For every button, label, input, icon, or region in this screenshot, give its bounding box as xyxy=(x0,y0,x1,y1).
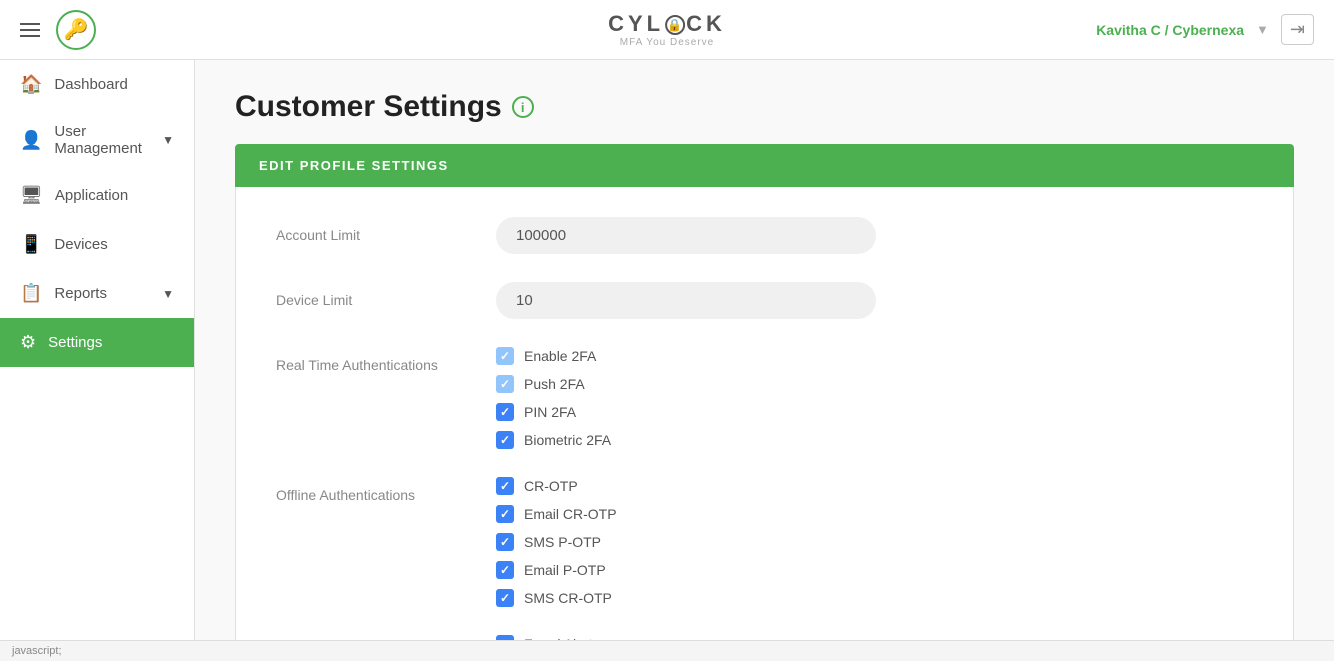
settings-icon: ⚙ xyxy=(20,332,36,353)
checkbox-smspotp-label: SMS P-OTP xyxy=(524,534,601,550)
checkbox-pin2fa-visual[interactable] xyxy=(496,403,514,421)
dropdown-arrow-icon[interactable]: ▼ xyxy=(1256,22,1269,37)
checkbox-crotp[interactable]: CR-OTP xyxy=(496,477,617,495)
arrow-icon-user-management: ▼ xyxy=(162,133,174,147)
checkbox-emailcrotp-visual[interactable] xyxy=(496,505,514,523)
page-title: Customer Settings i xyxy=(235,90,1294,124)
device-limit-label: Device Limit xyxy=(276,282,496,308)
checkbox-smscrotp[interactable]: SMS CR-OTP xyxy=(496,589,617,607)
sidebar-item-settings[interactable]: ⚙ Settings xyxy=(0,318,194,367)
device-limit-input[interactable] xyxy=(496,282,876,319)
checkbox-enable2fa-visual[interactable] xyxy=(496,347,514,365)
checkbox-biometric2fa-visual[interactable] xyxy=(496,431,514,449)
real-time-auth-row: Real Time Authentications Enable 2FA Pus… xyxy=(276,347,1253,449)
user-icon: 👤 xyxy=(20,130,42,151)
account-limit-label: Account Limit xyxy=(276,217,496,243)
cylock-title-text: CYL🔒CK xyxy=(608,11,726,37)
checkbox-smscrotp-label: SMS CR-OTP xyxy=(524,590,612,606)
sidebar-label-user-management: User Management xyxy=(54,123,150,157)
checkbox-emailcrotp-label: Email CR-OTP xyxy=(524,506,617,522)
user-info-label[interactable]: Kavitha C / Cybernexa xyxy=(1096,22,1244,38)
offline-auth-label: Offline Authentications xyxy=(276,477,496,503)
sidebar-item-devices[interactable]: 📱 Devices xyxy=(0,220,194,269)
checkbox-pin2fa-label: PIN 2FA xyxy=(524,404,576,420)
logo-key-icon: 🔑 xyxy=(56,10,96,50)
checkbox-smspotp[interactable]: SMS P-OTP xyxy=(496,533,617,551)
checkbox-push2fa-label: Push 2FA xyxy=(524,376,585,392)
sidebar-item-user-management[interactable]: 👤 User Management ▼ xyxy=(0,109,194,171)
device-limit-row: Device Limit xyxy=(276,282,1253,319)
section-header: EDIT PROFILE SETTINGS xyxy=(235,144,1294,187)
checkbox-emailpotp[interactable]: Email P-OTP xyxy=(496,561,617,579)
checkbox-smscrotp-visual[interactable] xyxy=(496,589,514,607)
home-icon: 🏠 xyxy=(20,74,42,95)
cylock-subtitle-text: MFA You Deserve xyxy=(620,37,715,48)
settings-body: Account Limit Device Limit Real Time Aut… xyxy=(235,187,1294,640)
offline-auth-checkboxes: CR-OTP Email CR-OTP SMS P-OTP Email P-OT… xyxy=(496,477,617,607)
logo-center: CYL🔒CK MFA You Deserve xyxy=(608,11,726,48)
checkbox-push2fa[interactable]: Push 2FA xyxy=(496,375,611,393)
main-layout: 🏠 Dashboard 👤 User Management ▼ 🖥 Applic… xyxy=(0,60,1334,640)
page-title-text: Customer Settings xyxy=(235,90,502,124)
checkbox-enable2fa-label: Enable 2FA xyxy=(524,348,596,364)
hamburger-menu[interactable] xyxy=(20,23,40,37)
real-time-auth-checkboxes: Enable 2FA Push 2FA PIN 2FA Biometric 2F… xyxy=(496,347,611,449)
checkbox-emailpotp-label: Email P-OTP xyxy=(524,562,606,578)
sidebar-label-devices: Devices xyxy=(54,236,107,253)
checkbox-pin2fa[interactable]: PIN 2FA xyxy=(496,403,611,421)
offline-auth-row: Offline Authentications CR-OTP Email CR-… xyxy=(276,477,1253,607)
checkbox-smspotp-visual[interactable] xyxy=(496,533,514,551)
sidebar-item-dashboard[interactable]: 🏠 Dashboard xyxy=(0,60,194,109)
account-limit-row: Account Limit xyxy=(276,217,1253,254)
checkbox-push2fa-visual[interactable] xyxy=(496,375,514,393)
sidebar-label-dashboard: Dashboard xyxy=(54,76,127,93)
sidebar-label-reports: Reports xyxy=(54,285,107,302)
checkbox-emailpotp-visual[interactable] xyxy=(496,561,514,579)
header-right: Kavitha C / Cybernexa ▼ ⇥ xyxy=(1096,14,1314,45)
account-limit-input[interactable] xyxy=(496,217,876,254)
checkbox-emailcrotp[interactable]: Email CR-OTP xyxy=(496,505,617,523)
sidebar-label-application: Application xyxy=(55,187,128,204)
checkbox-biometric2fa-label: Biometric 2FA xyxy=(524,432,611,448)
monitor-icon: 🖥 xyxy=(20,185,43,206)
main-content: Customer Settings i EDIT PROFILE SETTING… xyxy=(195,60,1334,640)
device-icon: 📱 xyxy=(20,234,42,255)
sidebar-item-application[interactable]: 🖥 Application xyxy=(0,171,194,220)
sidebar-label-settings: Settings xyxy=(48,334,102,351)
status-bar: javascript; xyxy=(0,640,1334,661)
checkbox-crotp-visual[interactable] xyxy=(496,477,514,495)
sidebar-item-reports[interactable]: 📋 Reports ▼ xyxy=(0,269,194,318)
info-icon[interactable]: i xyxy=(512,96,534,118)
sidebar: 🏠 Dashboard 👤 User Management ▼ 🖥 Applic… xyxy=(0,60,195,640)
cylock-logo: CYL🔒CK MFA You Deserve xyxy=(608,11,726,48)
real-time-auth-label: Real Time Authentications xyxy=(276,347,496,373)
top-header: 🔑 CYL🔒CK MFA You Deserve Kavitha C / Cyb… xyxy=(0,0,1334,60)
checkbox-crotp-label: CR-OTP xyxy=(524,478,578,494)
arrow-icon-reports: ▼ xyxy=(162,287,174,301)
logout-icon[interactable]: ⇥ xyxy=(1281,14,1314,45)
header-left: 🔑 xyxy=(20,10,96,50)
reports-icon: 📋 xyxy=(20,283,42,304)
checkbox-enable2fa[interactable]: Enable 2FA xyxy=(496,347,611,365)
checkbox-biometric2fa[interactable]: Biometric 2FA xyxy=(496,431,611,449)
status-bar-text: javascript; xyxy=(12,645,62,657)
